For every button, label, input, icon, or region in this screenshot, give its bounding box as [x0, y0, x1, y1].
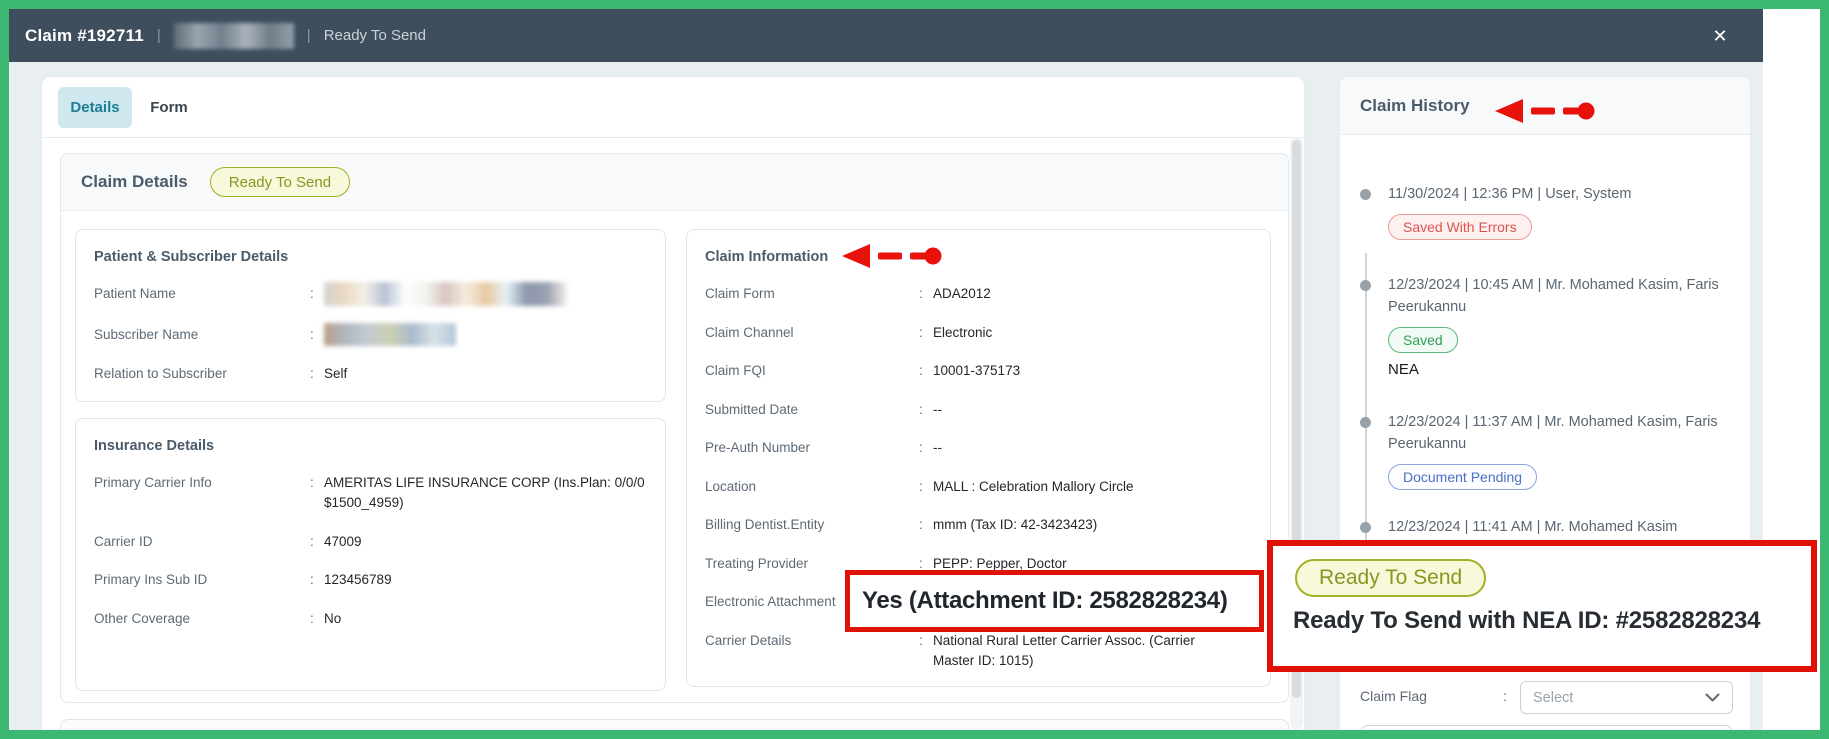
insurance-details-title: Insurance Details	[94, 438, 215, 454]
redacted-patient-name	[324, 282, 567, 306]
attachment-value: Yes (Attachment ID: 2582828234)	[862, 587, 1228, 614]
redacted-patient-name-header	[173, 22, 294, 49]
ready-to-send-nea-text: Ready To Send with NEA ID: #2582828234	[1293, 607, 1761, 634]
next-section-card-partial	[60, 719, 1289, 730]
redacted-subscriber-name	[324, 322, 456, 346]
timeline-dot	[1360, 274, 1388, 378]
history-timestamp: 11/30/2024 | 12:36 PM | User, System	[1388, 186, 1632, 202]
field-row-other-coverage: Other CoverageNo	[94, 609, 655, 629]
field-row-patient-name: Patient Name	[94, 282, 655, 306]
modal-titlebar: Claim #192711 Ready To Send ✕	[9, 9, 1763, 62]
claim-details-title: Claim Details	[81, 172, 188, 191]
history-note: NEA	[1388, 361, 1419, 378]
field-row-primary-carrier: Primary Carrier InfoAMERITAS LIFE INSURA…	[94, 473, 655, 513]
annotation-arrow-claim-history	[1495, 97, 1595, 125]
history-entry: 12/23/2024 | 11:41 AM | Mr. Mohamed Kasi…	[1360, 516, 1732, 538]
field-row-carrier-details: Carrier DetailsNational Rural Letter Car…	[705, 631, 1260, 671]
history-entry: 12/23/2024 | 11:37 AM | Mr. Mohamed Kasi…	[1360, 411, 1732, 490]
field-row-claim-form: Claim FormADA2012	[705, 284, 1260, 304]
tab-form[interactable]: Form	[134, 87, 204, 128]
chevron-down-icon	[1705, 693, 1720, 702]
ready-to-send-badge: Ready To Send	[209, 167, 351, 197]
ready-to-send-callout: Ready To Send Ready To Send with NEA ID:…	[1267, 540, 1817, 672]
field-row-carrier-id: Carrier ID47009	[94, 532, 655, 552]
field-row-subscriber-name: Subscriber Name	[94, 322, 655, 346]
claim-title: Claim #192711	[25, 25, 144, 45]
claim-page: Claim #192711 Ready To Send ✕ Details Fo…	[9, 9, 1820, 730]
timeline-dot	[1360, 411, 1388, 490]
history-entry: 12/23/2024 | 10:45 AM | Mr. Mohamed Kasi…	[1360, 274, 1732, 378]
field-row-billing-dentist: Billing Dentist.Entitymmm (Tax ID: 42-34…	[705, 515, 1260, 535]
details-panel: Details Form Claim Details Ready To Send…	[42, 77, 1304, 730]
field-row-submitted-date: Submitted Date--	[705, 400, 1260, 420]
field-row-location: LocationMALL : Celebration Mallory Circl…	[705, 477, 1260, 497]
titlebar-separator	[307, 27, 311, 44]
claim-flag-separator	[1503, 688, 1507, 704]
field-row-claim-channel: Claim ChannelElectronic	[705, 323, 1260, 343]
field-row-preauth-number: Pre-Auth Number--	[705, 438, 1260, 458]
history-timestamp: 12/23/2024 | 11:37 AM | Mr. Mohamed Kasi…	[1388, 414, 1718, 452]
claim-flag-select[interactable]: Select	[1520, 681, 1733, 714]
status-badge-saved-with-errors: Saved With Errors	[1388, 214, 1532, 240]
titlebar-separator	[157, 27, 161, 44]
history-timestamp: 12/23/2024 | 10:45 AM | Mr. Mohamed Kasi…	[1388, 277, 1719, 315]
status-badge-saved: Saved	[1388, 327, 1458, 353]
tab-divider	[42, 137, 1304, 138]
claim-status-text: Ready To Send	[323, 27, 426, 44]
annotation-arrow-claim-information	[842, 242, 942, 270]
field-row-claim-fqi: Claim FQI10001-375173	[705, 361, 1260, 381]
patient-subscriber-card: Patient & Subscriber Details Patient Nam…	[75, 229, 666, 402]
timeline-dot	[1360, 183, 1388, 240]
claim-flag-placeholder: Select	[1533, 689, 1574, 706]
claim-flag-label: Claim Flag	[1360, 688, 1427, 704]
field-row-primary-ins-sub-id: Primary Ins Sub ID123456789	[94, 570, 655, 590]
close-icon[interactable]: ✕	[1707, 23, 1733, 49]
timeline-dot	[1360, 516, 1388, 538]
claim-information-title: Claim Information	[705, 249, 829, 265]
attachment-highlight-box: Yes (Attachment ID: 2582828234)	[845, 570, 1264, 632]
next-field-partial	[1360, 725, 1733, 730]
claim-details-header: Claim Details Ready To Send	[61, 154, 1288, 211]
screenshot-frame: Claim #192711 Ready To Send ✕ Details Fo…	[0, 0, 1829, 739]
claim-history-title: Claim History	[1360, 95, 1470, 115]
field-row-relation: Relation to SubscriberSelf	[94, 364, 655, 384]
patient-subscriber-title: Patient & Subscriber Details	[94, 249, 289, 265]
insurance-details-card: Insurance Details Primary Carrier InfoAM…	[75, 418, 666, 691]
ready-to-send-badge-large: Ready To Send	[1295, 559, 1487, 597]
status-badge-document-pending: Document Pending	[1388, 464, 1538, 490]
history-entry: 11/30/2024 | 12:36 PM | User, System Sav…	[1360, 183, 1732, 240]
tab-details[interactable]: Details	[58, 87, 132, 128]
history-timestamp: 12/23/2024 | 11:41 AM | Mr. Mohamed Kasi…	[1388, 519, 1678, 535]
